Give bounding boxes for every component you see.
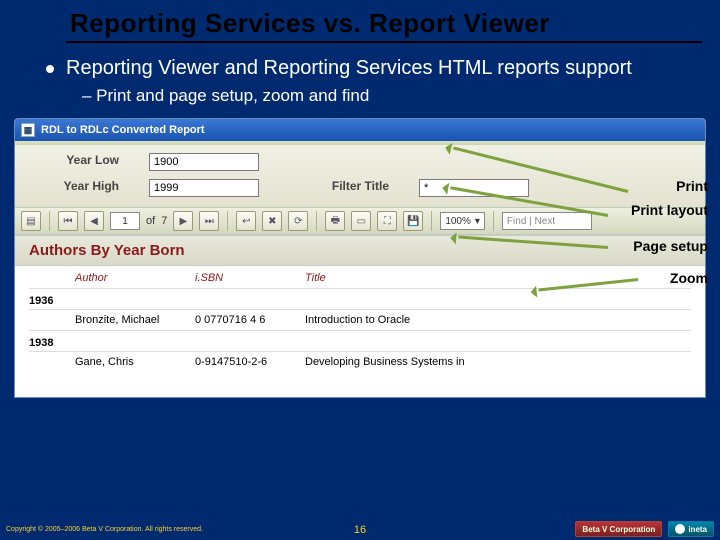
param-filter-title-label: Filter Title [289, 179, 389, 197]
print-button[interactable]: 🖶 [325, 211, 345, 231]
refresh-button[interactable]: ⟳ [288, 211, 308, 231]
slide-number: 16 [354, 524, 366, 536]
prev-page-button[interactable]: ◀ [84, 211, 104, 231]
cell-title: Introduction to Oracle [305, 314, 505, 326]
separator [49, 211, 50, 231]
report-body[interactable]: Authors By Year Born Author i.SBN Title … [15, 235, 705, 398]
report-title: Authors By Year Born [15, 236, 705, 266]
separator [493, 211, 494, 231]
parameter-panel: Year Low 1900 Year High 1999 Filter Titl… [15, 145, 705, 207]
cell-isbn: 0-9147510-2-6 [195, 356, 305, 368]
last-page-button[interactable]: ⏭ [199, 211, 219, 231]
document-map-button[interactable]: ▤ [21, 211, 41, 231]
col-title: Title [305, 272, 505, 284]
footer-logos: Beta V Corporation ineta [575, 521, 714, 537]
slide-title: Reporting Services vs. Report Viewer [0, 0, 720, 41]
window-title: RDL to RDLc Converted Report [41, 124, 205, 136]
col-author: Author [75, 272, 195, 284]
bullet-main-text: Reporting Viewer and Reporting Services … [66, 57, 632, 80]
print-layout-button[interactable]: ▭ [351, 211, 371, 231]
param-filter-title-input[interactable]: * [419, 179, 529, 197]
separator [316, 211, 317, 231]
separator [431, 211, 432, 231]
param-year-low-input[interactable]: 1900 [149, 153, 259, 171]
page-total: 7 [161, 215, 167, 227]
find-placeholder: Find | Next [507, 216, 555, 227]
bullet-block: Reporting Viewer and Reporting Services … [0, 43, 720, 110]
page-of-label: of [146, 215, 155, 227]
col-isbn: i.SBN [195, 272, 305, 284]
separator [227, 211, 228, 231]
zoom-combo[interactable]: 100% ▾ [440, 212, 485, 230]
app-icon: ▦ [21, 123, 35, 137]
export-button[interactable]: 💾 [403, 211, 423, 231]
window-titlebar[interactable]: ▦ RDL to RDLc Converted Report [15, 119, 705, 141]
report-viewer-screenshot: ▦ RDL to RDLc Converted Report Year Low … [14, 118, 706, 398]
stop-button[interactable]: ✖ [262, 211, 282, 231]
cell-title: Developing Business Systems in [305, 356, 505, 368]
param-year-low-label: Year Low [29, 153, 119, 171]
column-headers: Author i.SBN Title [15, 266, 705, 288]
page-number-input[interactable]: 1 [110, 212, 140, 230]
bullet-dot-icon [46, 65, 54, 73]
chevron-down-icon: ▾ [475, 216, 480, 227]
copyright-text: Copyright © 2005–2006 Beta V Corporation… [6, 526, 203, 533]
ineta-logo: ineta [668, 521, 714, 537]
zoom-value: 100% [445, 216, 471, 227]
bullet-sub-text: – Print and page setup, zoom and find [46, 86, 680, 106]
cell-author: Bronzite, Michael [75, 314, 195, 326]
param-year-high-input[interactable]: 1999 [149, 179, 259, 197]
betav-logo: Beta V Corporation [575, 521, 662, 537]
table-row: Bronzite, Michael 0 0770716 4 6 Introduc… [15, 310, 705, 330]
back-button[interactable]: ↩ [236, 211, 256, 231]
group-year-1936: 1936 [15, 289, 705, 309]
page-setup-button[interactable]: ⛶ [377, 211, 397, 231]
cell-isbn: 0 0770716 4 6 [195, 314, 305, 326]
table-row: Gane, Chris 0-9147510-2-6 Developing Bus… [15, 352, 705, 372]
next-page-button[interactable]: ▶ [173, 211, 193, 231]
param-year-high-label: Year High [29, 179, 119, 197]
group-year-1938: 1938 [15, 331, 705, 351]
cell-author: Gane, Chris [75, 356, 195, 368]
report-toolbar: ▤ ⏮ ◀ 1 of 7 ▶ ⏭ ↩ ✖ ⟳ 🖶 ▭ ⛶ 💾 100% ▾ Fin… [15, 207, 705, 235]
first-page-button[interactable]: ⏮ [58, 211, 78, 231]
find-box[interactable]: Find | Next [502, 212, 592, 230]
